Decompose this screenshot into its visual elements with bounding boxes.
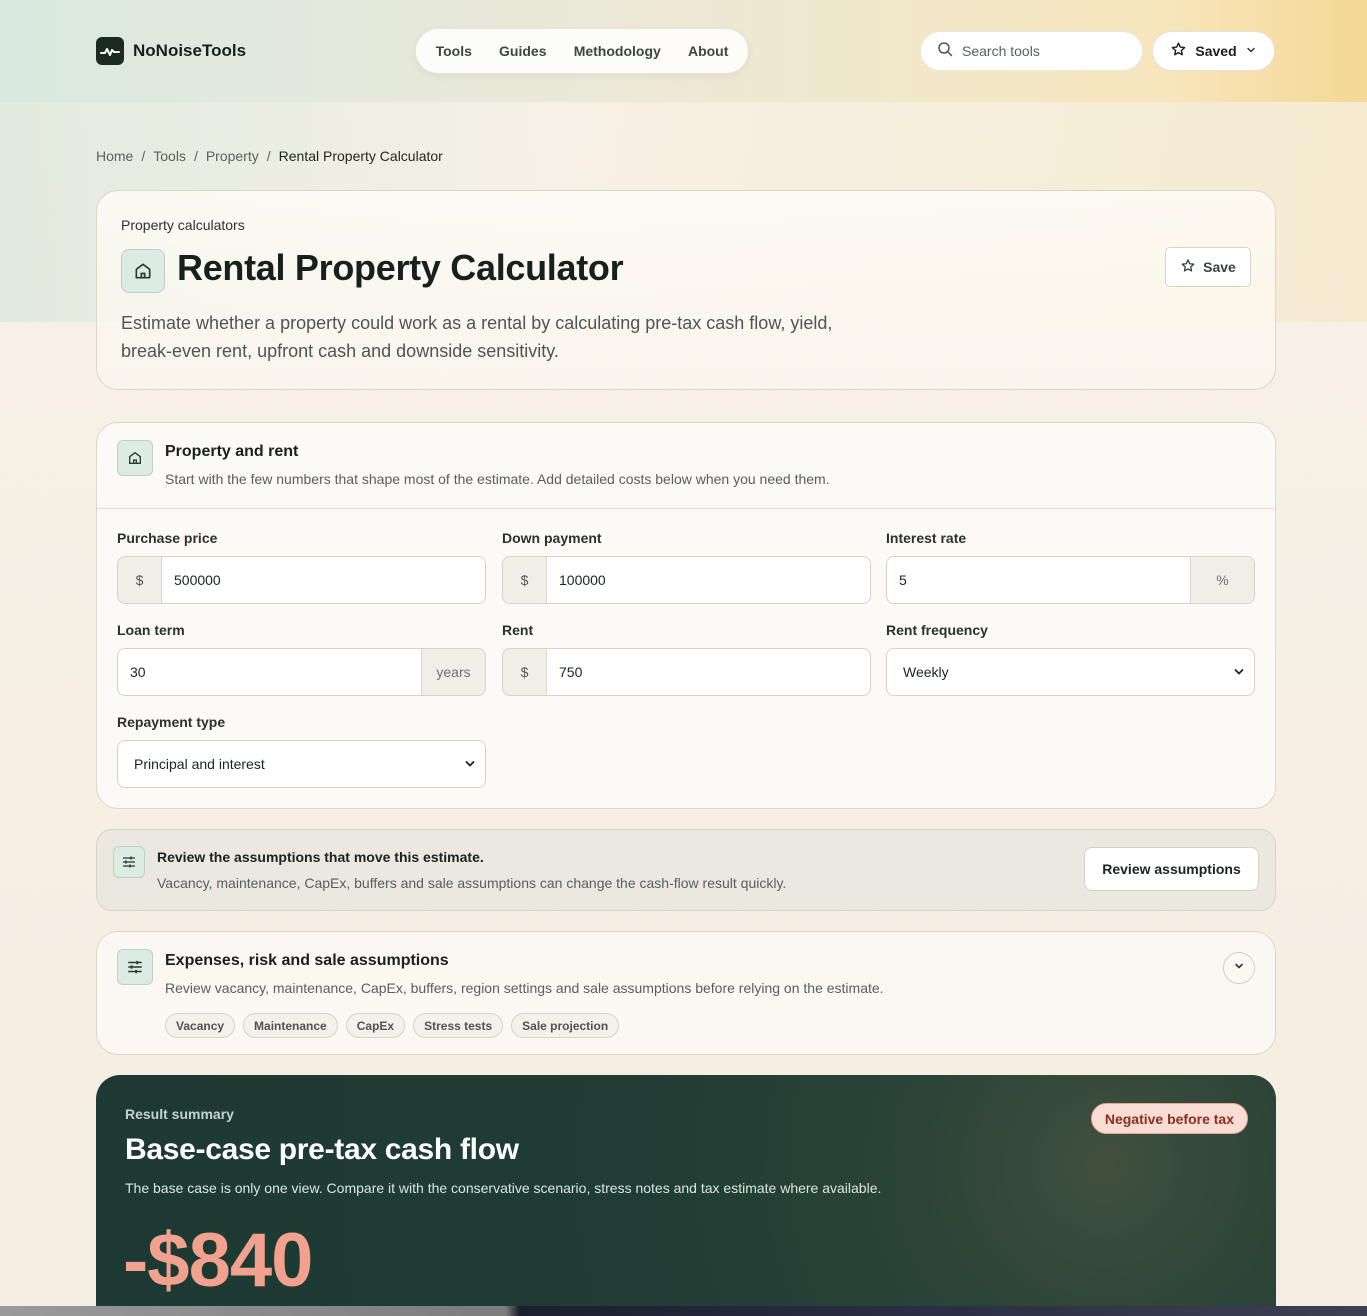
saved-button[interactable]: Saved bbox=[1152, 31, 1275, 71]
breadcrumb: Home / Tools / Property / Rental Propert… bbox=[96, 148, 443, 164]
form-subtitle: Start with the few numbers that shape mo… bbox=[165, 471, 830, 487]
chevron-down-icon bbox=[1233, 959, 1245, 977]
status-badge: Negative before tax bbox=[1090, 1103, 1248, 1134]
down-payment-label: Down payment bbox=[502, 530, 602, 546]
sliders-icon bbox=[117, 949, 153, 985]
form-header: Property and rent Start with the few num… bbox=[97, 423, 1275, 509]
result-summary: Result summary Base-case pre-tax cash fl… bbox=[96, 1075, 1276, 1316]
purchase-price-label: Purchase price bbox=[117, 530, 218, 546]
down-payment-input[interactable]: 100000 bbox=[547, 557, 870, 603]
expand-toggle[interactable] bbox=[1223, 952, 1255, 984]
currency-prefix: $ bbox=[118, 557, 162, 603]
interest-rate-input[interactable]: 5 bbox=[887, 557, 1190, 603]
review-assumptions-button[interactable]: Review assumptions bbox=[1084, 847, 1259, 891]
search-box[interactable] bbox=[920, 31, 1143, 71]
search-icon bbox=[937, 41, 953, 62]
rent-frequency-label: Rent frequency bbox=[886, 622, 988, 638]
nav-methodology[interactable]: Methodology bbox=[574, 43, 661, 59]
star-icon bbox=[1180, 258, 1196, 277]
house-icon bbox=[117, 440, 153, 476]
chip-vacancy: Vacancy bbox=[165, 1013, 236, 1038]
breadcrumb-separator: / bbox=[193, 148, 198, 164]
chip-stress-tests: Stress tests bbox=[413, 1013, 504, 1038]
page-title: Rental Property Calculator bbox=[177, 247, 624, 288]
result-eyebrow: Result summary bbox=[125, 1106, 234, 1122]
chevron-down-icon bbox=[455, 741, 485, 787]
cash-flow-value: -$840 bbox=[123, 1218, 313, 1303]
rent-frequency-select[interactable]: Weekly bbox=[886, 648, 1255, 696]
chevron-down-icon bbox=[1224, 649, 1254, 695]
breadcrumb-home[interactable]: Home bbox=[96, 148, 133, 164]
rent-label: Rent bbox=[502, 622, 534, 638]
rent-input[interactable]: 750 bbox=[547, 649, 870, 695]
expenses-subtitle: Review vacancy, maintenance, CapEx, buff… bbox=[165, 980, 884, 996]
nav-about[interactable]: About bbox=[688, 43, 728, 59]
brand-name: NoNoiseTools bbox=[133, 41, 247, 60]
property-rent-form: Property and rent Start with the few num… bbox=[96, 422, 1276, 809]
result-title: Base-case pre-tax cash flow bbox=[125, 1133, 519, 1166]
rent-frequency-value: Weekly bbox=[903, 664, 949, 680]
nav-guides[interactable]: Guides bbox=[499, 43, 546, 59]
sliders-icon bbox=[113, 846, 145, 878]
main-nav: Tools Guides Methodology About bbox=[415, 28, 749, 74]
brand-logo[interactable]: NoNoiseTools bbox=[96, 37, 246, 65]
currency-prefix: $ bbox=[503, 649, 547, 695]
loan-term-field[interactable]: 30 years bbox=[117, 648, 486, 696]
nav-tools[interactable]: Tools bbox=[436, 43, 472, 59]
loan-term-input[interactable]: 30 bbox=[118, 649, 421, 695]
house-icon bbox=[121, 249, 165, 293]
chip-sale-projection: Sale projection bbox=[511, 1013, 620, 1038]
down-payment-field[interactable]: $ 100000 bbox=[502, 556, 871, 604]
hero-card: Property calculators Rental Property Cal… bbox=[96, 190, 1276, 390]
chevron-down-icon bbox=[1245, 43, 1257, 59]
expenses-title: Expenses, risk and sale assumptions bbox=[165, 952, 449, 969]
loan-term-label: Loan term bbox=[117, 622, 185, 638]
result-subtitle: The base case is only one view. Compare … bbox=[125, 1180, 882, 1196]
breadcrumb-separator: / bbox=[141, 148, 146, 164]
years-suffix: years bbox=[421, 649, 485, 695]
taskbar-strip bbox=[0, 1306, 1367, 1316]
breadcrumb-property[interactable]: Property bbox=[206, 148, 259, 164]
expenses-chips: Vacancy Maintenance CapEx Stress tests S… bbox=[165, 1013, 620, 1038]
chip-maintenance: Maintenance bbox=[243, 1013, 338, 1038]
currency-prefix: $ bbox=[503, 557, 547, 603]
repayment-type-label: Repayment type bbox=[117, 714, 226, 730]
breadcrumb-separator: / bbox=[266, 148, 271, 164]
hero-eyebrow: Property calculators bbox=[121, 217, 245, 233]
search-input[interactable] bbox=[962, 43, 1132, 59]
page-description: Estimate whether a property could work a… bbox=[121, 313, 833, 361]
breadcrumb-tools[interactable]: Tools bbox=[153, 148, 186, 164]
assumptions-notice: Review the assumptions that move this es… bbox=[96, 829, 1276, 911]
purchase-price-input[interactable]: 500000 bbox=[162, 557, 485, 603]
save-label: Save bbox=[1203, 259, 1236, 275]
form-title: Property and rent bbox=[165, 443, 299, 460]
save-button[interactable]: Save bbox=[1165, 247, 1251, 287]
chip-capex: CapEx bbox=[345, 1013, 406, 1038]
interest-rate-field[interactable]: 5 % bbox=[886, 556, 1255, 604]
repayment-type-value: Principal and interest bbox=[134, 756, 265, 772]
logo-pulse-icon bbox=[96, 37, 124, 65]
rent-field[interactable]: $ 750 bbox=[502, 648, 871, 696]
star-icon bbox=[1170, 41, 1187, 61]
breadcrumb-current: Rental Property Calculator bbox=[278, 148, 443, 164]
assumptions-notice-subtitle: Vacancy, maintenance, CapEx, buffers and… bbox=[157, 875, 787, 891]
saved-label: Saved bbox=[1195, 43, 1237, 59]
purchase-price-field[interactable]: $ 500000 bbox=[117, 556, 486, 604]
expenses-section[interactable]: Expenses, risk and sale assumptions Revi… bbox=[96, 931, 1276, 1055]
percent-suffix: % bbox=[1190, 557, 1254, 603]
assumptions-notice-title: Review the assumptions that move this es… bbox=[157, 849, 484, 865]
interest-rate-label: Interest rate bbox=[886, 530, 967, 546]
repayment-type-select[interactable]: Principal and interest bbox=[117, 740, 486, 788]
